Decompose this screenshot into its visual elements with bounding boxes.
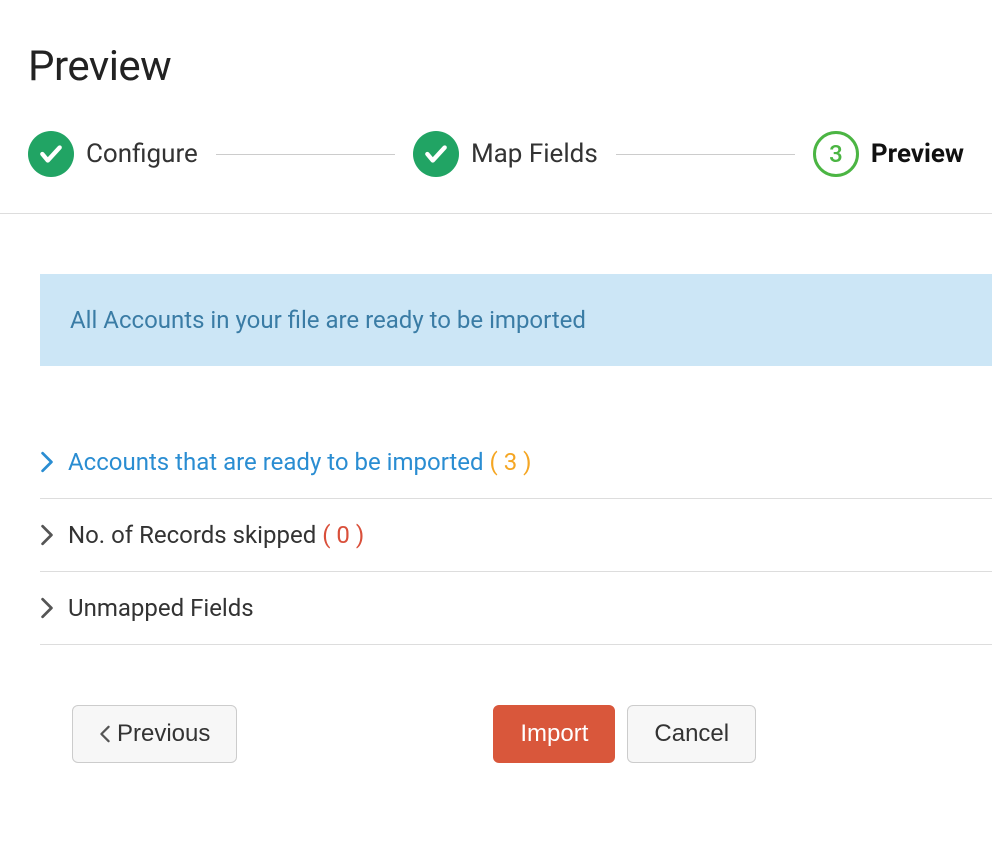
step-number-badge: 3: [813, 131, 859, 177]
step-label: Preview: [871, 139, 964, 169]
page-title: Preview: [0, 0, 992, 91]
check-icon: [413, 131, 459, 177]
step-configure: Configure: [28, 131, 198, 177]
summary-list: Accounts that are ready to be imported (…: [0, 366, 992, 645]
step-connector: [616, 154, 795, 155]
button-label: Cancel: [654, 720, 729, 748]
stepper: Configure Map Fields 3 Preview: [0, 91, 992, 213]
chevron-right-icon: [40, 524, 68, 546]
step-map-fields: Map Fields: [413, 131, 598, 177]
row-ready-to-import[interactable]: Accounts that are ready to be imported (…: [40, 426, 992, 499]
row-label: No. of Records skipped: [68, 521, 316, 549]
row-unmapped-fields[interactable]: Unmapped Fields: [40, 572, 992, 645]
step-label: Configure: [86, 139, 198, 169]
step-preview: 3 Preview: [813, 131, 964, 177]
import-button[interactable]: Import: [493, 705, 615, 763]
check-icon: [28, 131, 74, 177]
chevron-right-icon: [40, 451, 68, 473]
row-label: Accounts that are ready to be imported: [68, 448, 484, 476]
step-label: Map Fields: [471, 139, 598, 169]
chevron-right-icon: [40, 597, 68, 619]
step-connector: [216, 154, 395, 155]
button-label: Previous: [117, 720, 210, 748]
row-count: ( 3 ): [490, 448, 532, 476]
cancel-button[interactable]: Cancel: [627, 705, 756, 763]
button-label: Import: [520, 720, 588, 748]
row-count: ( 0 ): [322, 521, 364, 549]
row-label: Unmapped Fields: [68, 594, 254, 622]
previous-button[interactable]: Previous: [72, 705, 237, 763]
row-records-skipped[interactable]: No. of Records skipped ( 0 ): [40, 499, 992, 572]
info-banner: All Accounts in your file are ready to b…: [40, 274, 992, 366]
button-bar: Previous Import Cancel: [0, 645, 992, 763]
chevron-left-icon: [99, 725, 111, 743]
